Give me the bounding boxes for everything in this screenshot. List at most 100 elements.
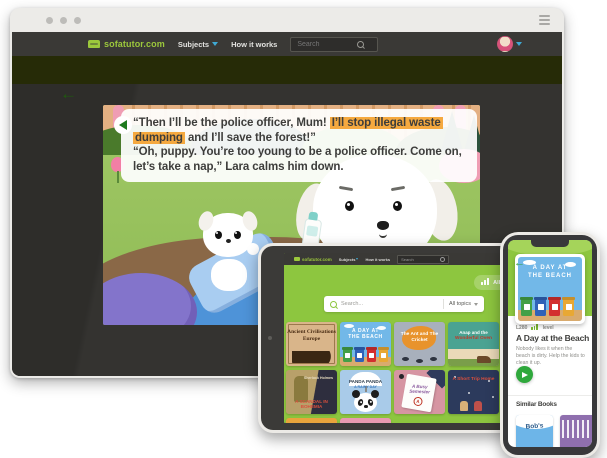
phone-device: ← A DAY AT THE BEACH L280 level A Day at… (500, 232, 600, 458)
book-cover-ant-and-cricket[interactable]: The Ant and The Cricket (394, 322, 445, 366)
recycle-bin-art (549, 299, 560, 316)
site-navbar: sofatutor.com Subjects How it works (12, 32, 562, 56)
nav-how-it-works-label: How it works (365, 257, 390, 262)
search-placeholder: Search (401, 257, 414, 262)
nav-search[interactable]: Search (397, 255, 449, 264)
book-subtitle: A Scandal in Bohemia (286, 399, 337, 409)
back-arrow-icon[interactable]: ← (514, 257, 525, 269)
search-icon (440, 257, 445, 262)
recycle-bin-art (563, 299, 574, 316)
phone-notch (531, 240, 569, 247)
book-title: The Ant and The Cricket (394, 332, 445, 343)
couch-icon (294, 257, 300, 261)
puppy-character (203, 213, 255, 291)
nav-subjects[interactable]: Subjects (178, 40, 218, 49)
cover-art (448, 359, 499, 366)
story-text-line2: “Oh, puppy. You’re too young to be a pol… (133, 146, 462, 173)
divider (443, 299, 444, 309)
book-cover-card[interactable]: A DAY AT THE BEACH (515, 254, 585, 324)
sofatutor-logo[interactable]: sofatutor.com (294, 257, 332, 262)
story-text-box: “Then I’ll be the police officer, Mum! I… (121, 109, 477, 182)
tablet-screen: sofatutor.com Subjects How it works Sear… (284, 253, 536, 423)
level-label: level (543, 325, 554, 331)
book-title: PANDA PANDA (340, 379, 391, 384)
book-cover-anap-wonderful-oven[interactable]: Anap and the Wonderful Oven (448, 322, 499, 366)
window-control-dot[interactable] (74, 17, 81, 24)
book-cover-partial[interactable] (340, 418, 391, 423)
level-bars-icon (481, 278, 490, 287)
grade-stamp: A (413, 396, 423, 406)
similar-book-cover[interactable] (560, 415, 592, 447)
recycle-bin-art (521, 299, 532, 316)
tablet-navbar: sofatutor.com Subjects How it works Sear… (284, 253, 536, 265)
cover-art (562, 420, 592, 438)
user-menu[interactable] (497, 36, 522, 52)
similar-book-cover-bobs[interactable]: Bob's (516, 415, 553, 447)
panda-face-art (354, 393, 377, 412)
similar-books-heading: Similar Books (516, 401, 557, 408)
book-cover-busy-semester[interactable]: A Busy Semester A (394, 370, 445, 414)
divider (508, 395, 592, 396)
book-subtitle: Wonderful Oven (448, 336, 499, 341)
play-icon (522, 372, 528, 378)
book-grid: Ancient Civilisations Europe A DAY AT TH… (286, 322, 499, 423)
logo-text: sofatutor.com (104, 39, 165, 49)
search-input[interactable] (295, 40, 357, 49)
book-page-title: A Day at the Beach (516, 333, 589, 343)
book-subtitle: A RAINY DAY (340, 385, 391, 389)
back-arrow-icon[interactable]: ← (60, 84, 77, 104)
library-search-bar[interactable]: Search... All topics (324, 296, 484, 312)
nav-search[interactable] (290, 37, 378, 52)
level-code: L280 (516, 325, 527, 331)
level-bars-icon (531, 324, 538, 332)
audio-play-icon[interactable] (114, 116, 132, 134)
nav-subjects[interactable]: Subjects (339, 257, 359, 262)
sofatutor-logo[interactable]: sofatutor.com (88, 39, 165, 49)
search-placeholder: Search... (341, 301, 438, 307)
similar-books-row: Bob's (516, 415, 592, 447)
window-control-dot[interactable] (60, 17, 67, 24)
level-badge: L280 level (516, 324, 554, 332)
book-cover-day-at-the-beach: A DAY AT THE BEACH (518, 257, 582, 321)
browser-menu-icon[interactable] (539, 15, 550, 25)
recycle-bin-art (535, 299, 546, 316)
recycle-bin-art (379, 349, 388, 362)
book-cover-panda-panda[interactable]: PANDA PANDA A RAINY DAY (340, 370, 391, 414)
recycle-bin-art (367, 349, 376, 362)
window-controls[interactable] (46, 17, 81, 24)
play-button[interactable] (516, 366, 533, 383)
paper-art: A Busy Semester A (401, 374, 436, 413)
cover-art (474, 401, 482, 411)
book-cover-short-trip-home[interactable]: A Short Trip Home (448, 370, 499, 414)
recycle-bin-art (355, 349, 364, 362)
book-title: Bob's (516, 422, 553, 432)
book-cover-partial[interactable] (286, 418, 337, 423)
nav-subjects-label: Subjects (339, 257, 356, 262)
book-title: Sherlock Holmes (286, 376, 337, 380)
window-control-dot[interactable] (46, 17, 53, 24)
cover-title: A DAY AT THE BEACH (518, 265, 582, 280)
cover-art (292, 351, 331, 363)
book-title: Ancient Civilisations Europe (286, 329, 337, 342)
tablet-camera (268, 336, 272, 340)
book-title: A Busy Semester (406, 384, 432, 395)
chevron-down-icon (474, 303, 478, 306)
nav-how-it-works[interactable]: How it works (365, 257, 390, 262)
nav-subjects-label: Subjects (178, 40, 209, 49)
book-cover-day-at-the-beach[interactable]: A DAY AT THE BEACH (340, 322, 391, 366)
search-icon[interactable] (357, 41, 364, 48)
phone-screen: ← A DAY AT THE BEACH L280 level A Day at… (508, 240, 592, 447)
chevron-down-icon (356, 258, 358, 260)
book-title: A Short Trip Home (448, 377, 499, 382)
window-titlebar (10, 8, 564, 32)
logo-text: sofatutor.com (302, 257, 332, 262)
all-topics-dropdown[interactable]: All topics (449, 301, 478, 307)
book-cover-scandal-in-bohemia[interactable]: Sherlock Holmes A Scandal in Bohemia (286, 370, 337, 414)
story-text-post: and I’ll save the forest!” (185, 132, 316, 144)
story-text-pre: “Then I’ll be the police officer, Mum! (133, 117, 330, 129)
book-cover-ancient-civilisations[interactable]: Ancient Civilisations Europe (286, 322, 337, 366)
book-title: Anap and the (448, 330, 499, 335)
page-header-band (12, 56, 562, 84)
nav-how-it-works[interactable]: How it works (231, 40, 277, 49)
avatar[interactable] (497, 36, 513, 52)
